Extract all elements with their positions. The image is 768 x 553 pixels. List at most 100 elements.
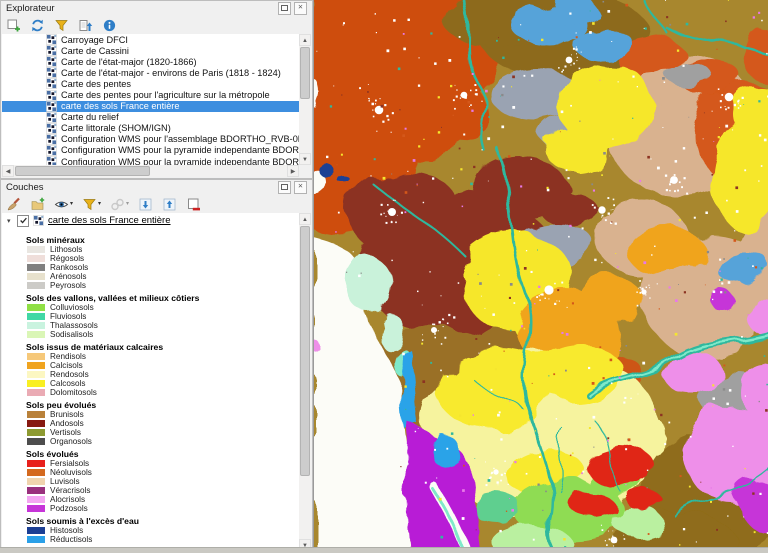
chevron-down-icon: ▾ (70, 196, 73, 213)
explorer-tree-item[interactable]: Carte des pentes pour l'agriculture sur … (2, 89, 299, 100)
legend-item: Calcisols (27, 361, 299, 370)
explorer-tree-item[interactable]: Carroyage DFCI (2, 34, 299, 45)
refresh-button[interactable] (28, 16, 47, 35)
legend-group-title: Sols soumis à l'excès d'eau (26, 517, 299, 526)
legend-group-title: Sols issus de matériaux calcaires (26, 343, 299, 352)
layer-row[interactable]: ▾ carte des sols France entière (2, 213, 299, 227)
legend-item-label: Fersialsols (50, 459, 89, 468)
explorer-tree-item[interactable]: Configuration WMS pour l'assemblage BDOR… (2, 134, 299, 145)
explorer-tree-item[interactable]: Carte littorale (SHOM/IGN) (2, 123, 299, 134)
wms-layer-icon (46, 45, 57, 56)
legend-color-swatch (27, 380, 45, 387)
legend-color-swatch (27, 273, 45, 280)
map-canvas[interactable] (313, 0, 768, 553)
legend-color-swatch (27, 255, 45, 262)
legend-color-swatch (27, 322, 45, 329)
qgis-window: Explorateur ✕ (0, 0, 768, 553)
wms-layer-icon (46, 67, 57, 78)
explorer-hscroll-thumb[interactable] (15, 166, 150, 176)
add-favorite-button[interactable] (4, 16, 23, 35)
scrollbar-corner (299, 165, 311, 177)
legend-item-label: Colluviosols (50, 303, 94, 312)
layers-panel-header: Couches ✕ (1, 180, 312, 194)
add-group-button[interactable] (28, 195, 47, 214)
explorer-vscroll-thumb[interactable] (300, 47, 310, 99)
layers-close-button[interactable]: ✕ (294, 181, 307, 194)
close-icon: ✕ (298, 183, 303, 190)
expression-filter-icon (110, 197, 125, 212)
legend-color-swatch (27, 469, 45, 476)
scroll-down-icon[interactable]: ▼ (299, 153, 311, 165)
collapse-all-button[interactable] (160, 195, 179, 214)
scroll-left-icon[interactable]: ◀ (2, 165, 14, 177)
explorer-item-label: Carte du relief (61, 112, 119, 122)
legend-color-swatch (27, 362, 45, 369)
info-icon (102, 18, 117, 33)
explorer-tree-item[interactable]: Configuration WMS pour la pyramide indep… (2, 156, 299, 165)
filter-legend-button[interactable]: ▾ (80, 195, 103, 214)
legend-item-label: Vertisols (50, 428, 81, 437)
scroll-up-icon[interactable]: ▲ (299, 213, 311, 225)
close-icon: ✕ (298, 4, 303, 11)
filter-icon (54, 18, 69, 33)
expand-all-button[interactable] (136, 195, 155, 214)
explorer-panel: Explorateur ✕ (0, 0, 313, 179)
legend-item: Réductisols (27, 535, 299, 544)
explorer-item-label: Configuration WMS pour la pyramide indep… (61, 145, 299, 155)
wms-layer-icon (46, 90, 57, 101)
explorer-item-label: Configuration WMS pour l'assemblage BDOR… (61, 134, 299, 144)
legend-color-swatch (27, 264, 45, 271)
legend-color-swatch (27, 478, 45, 485)
layers-float-button[interactable] (278, 181, 291, 194)
explorer-tree-item[interactable]: carte des sols France entière (2, 101, 299, 112)
scroll-right-icon[interactable]: ▶ (287, 165, 299, 177)
collapse-tree-button[interactable] (76, 16, 95, 35)
explorer-tree-item[interactable]: Carte du relief (2, 112, 299, 123)
legend-color-swatch (27, 505, 45, 512)
layer-name[interactable]: carte des sols France entière (48, 215, 171, 226)
wms-layer-icon (46, 34, 57, 45)
explorer-tree-item[interactable]: Carte des pentes (2, 78, 299, 89)
explorer-vscrollbar[interactable]: ▲ ▼ (299, 34, 311, 165)
legend-color-swatch (27, 420, 45, 427)
remove-layer-icon (186, 197, 201, 212)
explorer-item-label: Carte de l'état-major - environs de Pari… (61, 68, 281, 78)
legend-item: Véracrisols (27, 486, 299, 495)
explorer-item-label: Carroyage DFCI (61, 35, 128, 45)
explorer-panel-title: Explorateur (6, 3, 55, 14)
layer-styling-button[interactable] (4, 195, 23, 214)
filter-browser-button[interactable] (52, 16, 71, 35)
wms-layer-icon (46, 101, 57, 112)
explorer-tree-item[interactable]: Carte de l'état-major - environs de Pari… (2, 67, 299, 78)
wms-layer-icon (46, 134, 57, 145)
filter-by-expression-button[interactable]: ▾ (108, 195, 131, 214)
legend-item-label: Andosols (50, 419, 84, 428)
manage-map-themes-button[interactable]: ▾ (52, 195, 75, 214)
legend-item: Lithosols (27, 245, 299, 254)
expander-icon[interactable]: ▾ (7, 217, 17, 225)
properties-button[interactable] (100, 16, 119, 35)
legend-item: Organosols (27, 437, 299, 446)
legend-color-swatch (27, 536, 45, 543)
legend-item-label: Podzosols (50, 504, 88, 513)
explorer-tree-item[interactable]: Carte de l'état-major (1820-1866) (2, 56, 299, 67)
explorer-tree-item[interactable]: Configuration WMS pour la pyramide indep… (2, 145, 299, 156)
layer-visibility-checkbox[interactable] (17, 215, 29, 227)
collapse-all-icon (162, 197, 177, 212)
legend-item: Peyrosols (27, 281, 299, 290)
scroll-up-icon[interactable]: ▲ (299, 34, 311, 46)
legend-group-title: Sols évolués (26, 450, 299, 459)
legend-color-swatch (27, 282, 45, 289)
explorer-float-button[interactable] (278, 2, 291, 15)
remove-layer-button[interactable] (184, 195, 203, 214)
legend-color-swatch (27, 438, 45, 445)
explorer-hscrollbar[interactable]: ◀ ▶ (2, 165, 299, 177)
layers-vscroll-thumb[interactable] (300, 226, 310, 476)
layers-vscrollbar[interactable]: ▲ ▼ (299, 213, 311, 551)
wms-layer-icon (46, 78, 57, 89)
legend-item: Thalassosols (27, 321, 299, 330)
explorer-close-button[interactable]: ✕ (294, 2, 307, 15)
explorer-tree-item[interactable]: Carte de Cassini (2, 45, 299, 56)
legend-item-label: Brunisols (50, 410, 84, 419)
legend-item: Colluviosols (27, 303, 299, 312)
